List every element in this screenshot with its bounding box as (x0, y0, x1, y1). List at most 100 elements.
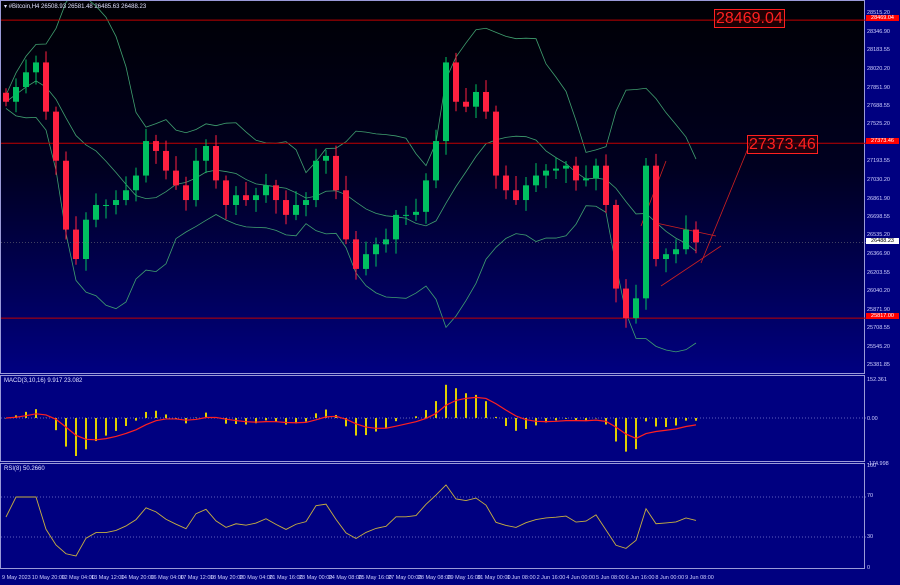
candle-body (503, 175, 509, 191)
macd-histogram-bar (125, 418, 127, 426)
time-axis-label: 2 Jun 16:00 (536, 575, 566, 581)
rsi-panel[interactable]: RSI(8) 50.2660 (0, 463, 866, 569)
time-axis-label: 21 May 16:00 (269, 575, 303, 581)
time-axis-label: 12 May 04:00 (61, 575, 95, 581)
price-axis-label: 26040.20 (867, 288, 890, 295)
macd-panel[interactable]: MACD(3,10,16) 9.917 23.082 (0, 375, 866, 462)
candle-body (433, 141, 439, 181)
candle-body (263, 185, 269, 196)
macd-histogram-bar (285, 418, 287, 425)
macd-signal-line (5, 396, 697, 441)
candle-body (413, 211, 419, 215)
macd-histogram-bar (455, 388, 457, 418)
candle-body (13, 87, 19, 102)
candle-body (163, 150, 169, 171)
time-axis-label: 29 May 16:00 (447, 575, 481, 581)
candle-body (473, 91, 479, 107)
candle-body (273, 185, 279, 201)
candle-body (83, 219, 89, 260)
price-axis-label: 28183.55 (867, 47, 890, 54)
candle-body (293, 204, 299, 215)
candle-body (493, 111, 499, 176)
candle-body (213, 146, 219, 181)
time-axis-label: 4 Jun 00:00 (566, 575, 596, 581)
candle-body (373, 244, 379, 255)
macd-histogram-bar (95, 418, 97, 442)
candle-body (673, 249, 679, 255)
candle-body (193, 160, 199, 201)
candle-body (323, 155, 329, 161)
macd-histogram-bar (485, 401, 487, 418)
current-price-tag: 26488.23 (866, 237, 899, 244)
time-axis-label: 31 May 00:00 (477, 575, 511, 581)
candle-body (513, 190, 519, 201)
candle-body (303, 200, 309, 205)
candle-body (153, 141, 159, 151)
candle-body (683, 229, 689, 250)
rsi-axis-label: 0 (867, 565, 871, 571)
time-axis-label: 9 Jun 08:00 (685, 575, 714, 581)
macd-canvas (1, 384, 866, 456)
time-axis-label: 27 May 00:00 (388, 575, 422, 581)
macd-histogram-bar (85, 418, 87, 450)
price-axis-label: 25708.55 (867, 325, 890, 332)
time-axis-label: 14 May 20:00 (120, 575, 155, 581)
level-price-tag: 27373.46 (866, 138, 899, 145)
macd-label: MACD(3,10,16) 9.917 23.082 (4, 378, 83, 384)
candle-body (583, 178, 589, 181)
candle-body (423, 180, 429, 212)
macd-histogram-bar (265, 418, 267, 421)
time-axis-label: 6 Jun 16:00 (625, 575, 655, 581)
macd-histogram-bar (665, 418, 667, 427)
price-chart[interactable]: ▾ #Bitcoin,H4 26508.93 26581.48 26485.63… (0, 0, 866, 374)
ohlc-values: 26508.93 26581.48 26485.63 26488.23 (41, 4, 147, 10)
candle-body (143, 141, 149, 176)
level-price-tag: 28469.04 (866, 15, 899, 22)
price-axis-label: 27688.55 (867, 102, 890, 109)
macd-axis-label: 0.00 (867, 416, 878, 422)
candle-body (183, 185, 189, 201)
price-chart-canvas (1, 1, 866, 353)
macd-histogram-bar (475, 394, 477, 418)
candle-body (653, 165, 659, 260)
price-axis-label: 28020.20 (867, 65, 890, 72)
macd-histogram-bar (435, 401, 437, 418)
candle-body (693, 229, 699, 243)
candle-body (3, 92, 9, 102)
macd-axis-label: 152.361 (867, 377, 887, 383)
rsi-line (5, 484, 697, 557)
macd-histogram-bar (495, 416, 497, 418)
candle-body (73, 229, 79, 260)
time-axis-label: 20 May 04:00 (239, 575, 273, 581)
candle-body (233, 195, 239, 205)
candle-body (133, 175, 139, 191)
candle-body (523, 185, 529, 201)
candle-body (203, 146, 209, 161)
candle-body (553, 168, 559, 171)
candle-body (333, 155, 339, 191)
candle-body (343, 190, 349, 240)
candle-body (23, 72, 29, 88)
macd-histogram-bar (555, 418, 557, 421)
candle-body (563, 165, 569, 169)
candle-body (353, 239, 359, 269)
price-axis-label: 26698.55 (867, 214, 890, 221)
macd-histogram-bar (65, 418, 67, 447)
price-axis-label: 28346.90 (867, 28, 890, 35)
chart-header: ▾ #Bitcoin,H4 26508.93 26581.48 26485.63… (4, 3, 146, 10)
macd-histogram-bar (565, 418, 567, 419)
price-axis-label: 27851.90 (867, 84, 890, 91)
rsi-axis-label: 70 (867, 493, 874, 499)
time-axis-label: 23 May 00:00 (299, 575, 333, 581)
candle-body (63, 160, 69, 230)
projection-line-2 (700, 140, 752, 264)
macd-histogram-bar (645, 418, 647, 422)
price-axis-label: 26203.55 (867, 269, 890, 276)
level-label-top: 28469.04 (714, 9, 785, 28)
bb-middle-line (5, 80, 697, 252)
candle-body (463, 101, 469, 107)
bb-lower-line (5, 108, 697, 353)
candle-body (393, 214, 399, 240)
candle-body (633, 298, 639, 319)
macd-histogram-bar (515, 418, 517, 431)
